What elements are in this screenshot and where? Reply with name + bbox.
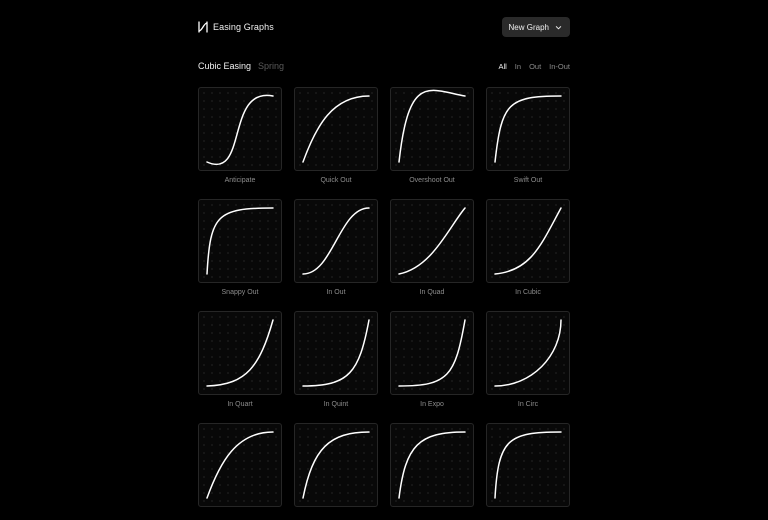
graph-preview (294, 199, 378, 283)
graph-preview (486, 87, 570, 171)
easing-curve-graph (206, 431, 274, 499)
easing-curve (398, 319, 466, 387)
filter-out[interactable]: Out (529, 62, 541, 71)
graph-card[interactable]: Swift Out (486, 87, 570, 184)
graph-preview (486, 423, 570, 507)
easing-curve (494, 431, 562, 499)
app-header: Easing Graphs New Graph (198, 17, 570, 37)
graph-card[interactable]: In Quint (294, 311, 378, 408)
graph-preview (198, 311, 282, 395)
graph-preview (390, 423, 474, 507)
easing-curve (494, 95, 562, 163)
easing-curve (302, 95, 370, 163)
graph-card[interactable]: In Expo (390, 311, 474, 408)
easing-curve (206, 431, 274, 499)
graph-card[interactable] (294, 423, 378, 520)
graph-preview (198, 199, 282, 283)
easing-curve-graph (398, 89, 466, 163)
toolbar: Cubic Easing Spring All In Out In-Out (198, 59, 570, 73)
graph-preview (390, 199, 474, 283)
graph-card[interactable] (486, 423, 570, 520)
graph-preview (486, 199, 570, 283)
graph-preview (390, 311, 474, 395)
graph-card[interactable]: In Circ (486, 311, 570, 408)
graph-preview (198, 87, 282, 171)
easing-curve-graph (494, 431, 562, 499)
graph-label: In Out (326, 289, 346, 296)
filter-all[interactable]: All (498, 62, 506, 71)
graph-card[interactable]: In Cubic (486, 199, 570, 296)
graph-label: Overshoot Out (409, 177, 455, 184)
graph-preview (390, 87, 474, 171)
bezier-logo-icon (198, 21, 208, 33)
graph-card[interactable]: Quick Out (294, 87, 378, 184)
new-graph-label: New Graph (508, 22, 549, 32)
easing-curve (302, 319, 370, 387)
graph-card[interactable]: In Quad (390, 199, 474, 296)
graph-label: In Circ (517, 401, 539, 408)
app-title: Easing Graphs (213, 22, 274, 32)
graph-preview (198, 423, 282, 507)
easing-curve-graph (206, 319, 274, 387)
easing-curve-graph (302, 431, 370, 499)
easing-curve-graph (398, 319, 466, 387)
easing-curve (206, 94, 274, 166)
graph-card[interactable]: In Out (294, 199, 378, 296)
easing-curve (302, 207, 370, 275)
chevron-down-icon (555, 25, 562, 29)
easing-curve (398, 89, 466, 163)
graph-card[interactable]: Snappy Out (198, 199, 282, 296)
graph-card[interactable]: Overshoot Out (390, 87, 474, 184)
filter-group: All In Out In-Out (498, 62, 570, 71)
easing-curve (494, 319, 562, 387)
easing-curve-graph (398, 431, 466, 499)
new-graph-button[interactable]: New Graph (501, 17, 570, 37)
graph-label: In Quart (227, 401, 253, 408)
graph-label: Anticipate (224, 177, 256, 184)
category-tabs: Cubic Easing Spring (198, 61, 284, 71)
graph-preview (294, 311, 378, 395)
easing-curve (302, 431, 370, 499)
easing-curve-graph (494, 207, 562, 275)
graph-preview (294, 423, 378, 507)
brand: Easing Graphs (198, 21, 274, 33)
graph-label: In Cubic (515, 289, 541, 296)
graph-label: In Expo (420, 401, 444, 408)
easing-curve-graph (206, 94, 274, 166)
easing-curve-graph (302, 207, 370, 275)
tab-cubic-easing[interactable]: Cubic Easing (198, 61, 251, 71)
easing-curve (398, 207, 466, 275)
graph-label: Snappy Out (221, 289, 259, 296)
easing-curve-graph (302, 95, 370, 163)
graph-label: In Quad (419, 289, 445, 296)
graph-card[interactable]: Anticipate (198, 87, 282, 184)
graph-label: In Quint (323, 401, 349, 408)
graph-card[interactable] (198, 423, 282, 520)
easing-curve-graph (398, 207, 466, 275)
filter-in-out[interactable]: In-Out (549, 62, 570, 71)
easing-curve (206, 207, 274, 275)
tab-spring[interactable]: Spring (258, 61, 284, 71)
graph-card[interactable]: In Quart (198, 311, 282, 408)
filter-in[interactable]: In (515, 62, 521, 71)
graph-card[interactable] (390, 423, 474, 520)
easing-curve-graph (494, 319, 562, 387)
graph-preview (294, 87, 378, 171)
easing-curve (398, 431, 466, 499)
graph-grid: Anticipate Quick Out Overshoot Out Swift Ou… (198, 87, 570, 520)
easing-curve (494, 207, 562, 275)
graph-label: Swift Out (513, 177, 543, 184)
easing-curve-graph (206, 207, 274, 275)
graph-label: Quick Out (320, 177, 352, 184)
easing-curve (206, 319, 274, 387)
easing-curve-graph (494, 95, 562, 163)
graph-preview (486, 311, 570, 395)
easing-curve-graph (302, 319, 370, 387)
